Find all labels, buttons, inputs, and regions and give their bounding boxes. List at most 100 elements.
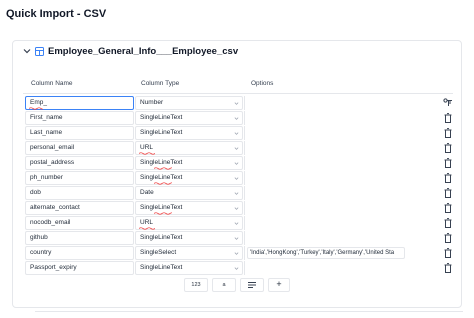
column-type-value: SingleLineText (140, 129, 183, 136)
table-icon (35, 47, 44, 56)
add-text-column-button[interactable]: a (212, 278, 236, 292)
column-type-value: URL (140, 144, 154, 151)
window-title: Quick Import - CSV (6, 8, 107, 20)
list-icon (248, 282, 256, 288)
panel-header[interactable]: Employee_General_Info___Employee_csv (13, 41, 461, 63)
table-row: github SingleLineText (23, 231, 453, 246)
add-list-column-button[interactable] (240, 278, 264, 292)
chevron-down-icon (234, 177, 239, 180)
chevron-down-icon (234, 117, 239, 120)
trash-icon[interactable] (444, 128, 452, 138)
column-name-input[interactable]: alternate_contact (25, 201, 134, 215)
key-icon (443, 98, 452, 106)
trash-icon[interactable] (444, 263, 452, 273)
trash-icon[interactable] (444, 173, 452, 183)
column-type-value: SingleLineText (140, 204, 183, 211)
column-type-select[interactable]: SingleLineText (135, 171, 243, 185)
table-row: Last_name SingleLineText (23, 126, 453, 141)
chevron-down-icon (234, 267, 239, 270)
column-type-select[interactable]: Date (135, 186, 243, 200)
chevron-down-icon (234, 237, 239, 240)
table-row: Emp_ Number (23, 96, 453, 111)
header-column-type: Column Type (141, 80, 180, 87)
column-type-value: SingleLineText (140, 159, 183, 166)
column-name-input[interactable]: github (25, 231, 134, 245)
chevron-down-icon (234, 222, 239, 225)
column-type-select[interactable]: SingleLineText (135, 156, 243, 170)
table-panel: Employee_General_Info___Employee_csv Col… (12, 40, 463, 312)
table-row: ph_number SingleLineText (23, 171, 453, 186)
trash-icon[interactable] (444, 203, 452, 213)
table-row: nocodb_email URL (23, 216, 453, 231)
options-input[interactable]: 'India','HongKong','Turkey','Italy','Ger… (247, 247, 405, 259)
column-type-value: SingleLineText (140, 174, 183, 181)
spellcheck-underline (29, 107, 43, 110)
add-column-button[interactable]: + (268, 278, 290, 292)
options-cell (244, 186, 404, 200)
column-name-input[interactable]: personal_email (25, 141, 134, 155)
chevron-down-icon (234, 207, 239, 210)
column-name-input[interactable]: postal_address (25, 156, 134, 170)
column-type-select[interactable]: SingleLineText (135, 261, 243, 275)
table-row: dob Date (23, 186, 453, 201)
chevron-down-icon (234, 252, 239, 255)
column-type-select[interactable]: SingleSelect (135, 246, 243, 260)
column-type-value: SingleLineText (140, 264, 183, 271)
column-type-select[interactable]: SingleLineText (135, 201, 243, 215)
options-cell (244, 96, 404, 110)
column-type-value: SingleLineText (140, 234, 183, 241)
column-name-input[interactable]: nocodb_email (25, 216, 134, 230)
column-type-select[interactable]: Number (135, 96, 243, 110)
options-cell (244, 111, 404, 125)
column-name-input[interactable]: Passport_expiry (25, 261, 134, 275)
spellcheck-underline (154, 167, 172, 170)
toolbar: 123 a + (0, 278, 474, 292)
options-cell (244, 171, 404, 185)
panel-title: Employee_General_Info___Employee_csv (48, 46, 239, 57)
column-type-value: Number (140, 99, 164, 106)
chevron-down-icon (234, 192, 239, 195)
options-cell (244, 231, 404, 245)
column-name-input[interactable]: Last_name (25, 126, 134, 140)
column-type-value: Date (140, 189, 154, 196)
table-row: country SingleSelect 'India','HongKong','T… (23, 246, 453, 261)
column-type-value: SingleSelect (140, 249, 177, 256)
column-name-input[interactable]: ph_number (25, 171, 134, 185)
table-row: alternate_contact SingleLineText (23, 201, 453, 216)
table-row: postal_address SingleLineText (23, 156, 453, 171)
trash-icon[interactable] (444, 158, 452, 168)
column-name-input[interactable]: country (25, 246, 134, 260)
spellcheck-underline (139, 152, 155, 155)
table-row: Passport_expiry SingleLineText (23, 261, 453, 276)
add-number-column-button[interactable]: 123 (184, 278, 208, 292)
options-cell (244, 141, 404, 155)
table-row: First_name SingleLineText (23, 111, 453, 126)
header-options: Options (251, 80, 274, 87)
column-type-select[interactable]: SingleLineText (135, 231, 243, 245)
column-type-select[interactable]: SingleLineText (135, 126, 243, 140)
chevron-down-icon (234, 147, 239, 150)
table-row: personal_email URL (23, 141, 453, 156)
header-column-name: Column Name (31, 80, 73, 87)
options-cell (244, 156, 404, 170)
column-name-input[interactable]: First_name (25, 111, 134, 125)
column-type-select[interactable]: SingleLineText (135, 111, 243, 125)
spellcheck-underline (154, 212, 172, 215)
column-name-input[interactable]: dob (25, 186, 134, 200)
chevron-down-icon[interactable] (23, 47, 31, 55)
trash-icon[interactable] (444, 143, 452, 153)
trash-icon[interactable] (444, 248, 452, 258)
chevron-down-icon (234, 102, 239, 105)
chevron-down-icon (234, 162, 239, 165)
options-cell (244, 216, 404, 230)
options-cell (244, 261, 404, 275)
toolbar-divider (35, 311, 463, 312)
column-type-value: SingleLineText (140, 114, 183, 121)
options-cell (244, 126, 404, 140)
trash-icon[interactable] (444, 188, 452, 198)
trash-icon[interactable] (444, 233, 452, 243)
options-cell (244, 201, 404, 215)
trash-icon[interactable] (444, 113, 452, 123)
trash-icon[interactable] (444, 218, 452, 228)
chevron-down-icon (234, 132, 239, 135)
